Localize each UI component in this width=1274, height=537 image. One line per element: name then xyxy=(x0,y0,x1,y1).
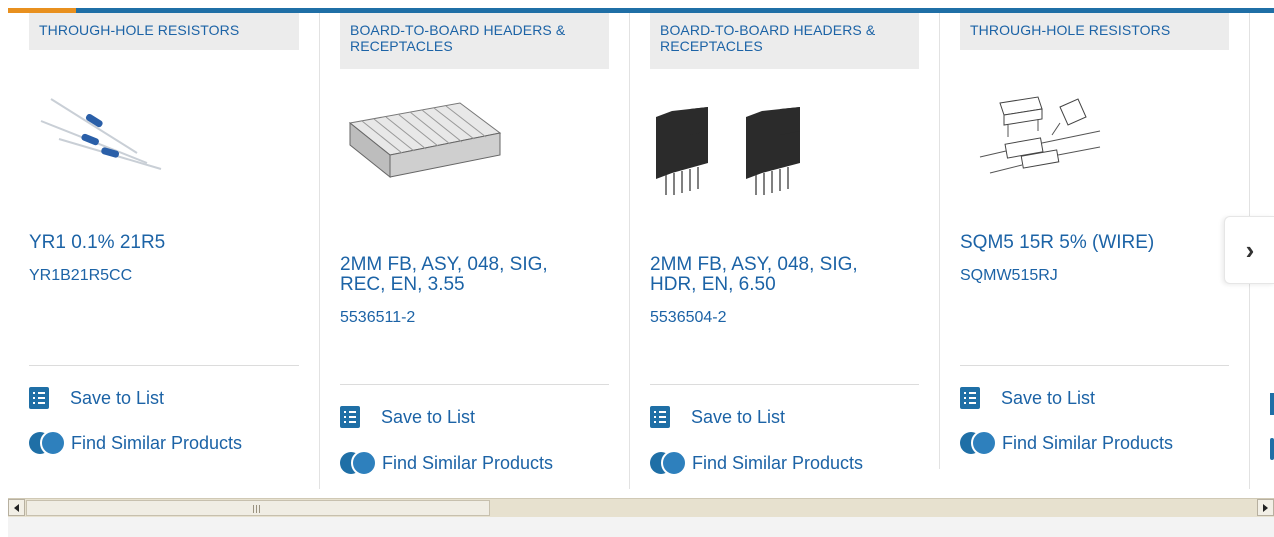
save-to-list-label: Save to List xyxy=(1001,387,1096,408)
divider xyxy=(960,365,1229,366)
product-title[interactable]: SQM5 15R 5% (WIRE) xyxy=(960,233,1229,253)
checklist-icon xyxy=(960,387,980,409)
card-separator xyxy=(939,13,940,469)
scroll-right-button[interactable] xyxy=(1257,499,1274,516)
save-to-list-label: Save to List xyxy=(691,406,786,427)
checklist-icon xyxy=(1270,393,1274,415)
scroll-left-icon xyxy=(14,503,19,512)
save-to-list-button[interactable]: Save to List xyxy=(340,406,475,428)
divider xyxy=(29,365,299,366)
product-title[interactable]: 2MM FB, ASY, 048, SIG, HDR, EN, 6.50 xyxy=(650,255,900,295)
product-category[interactable]: BOARD-TO-BOARD HEADERS & RECEPTACLES xyxy=(650,13,919,69)
checklist-icon xyxy=(340,406,360,428)
checklist-icon xyxy=(650,406,670,428)
grip-icon xyxy=(253,505,261,513)
find-similar-label: Find Similar Products xyxy=(382,452,554,473)
gears-icon xyxy=(340,450,377,476)
find-similar-label: Find Similar Products xyxy=(1002,432,1174,453)
find-similar-label: Find Similar Products xyxy=(71,432,243,453)
checklist-icon xyxy=(29,387,49,409)
divider xyxy=(340,384,609,385)
part-number[interactable]: SQMW515RJ xyxy=(960,266,1229,286)
product-category[interactable]: BOARD-TO-BOARD HEADERS & RECEPTACLES xyxy=(340,13,609,69)
find-similar-label: Find Similar Products xyxy=(692,452,864,473)
product-card: THROUGH-HOLE RESISTORS YR1 0.1% 21R5 YR1… xyxy=(29,13,299,489)
product-card: BOARD-TO-BOARD HEADERS & RECEPTACLES 2MM… xyxy=(340,13,609,489)
carousel-next-button[interactable]: › xyxy=(1224,216,1274,284)
chevron-right-icon: › xyxy=(1245,234,1255,265)
save-to-list-label: Save to List xyxy=(381,406,476,427)
product-image[interactable] xyxy=(650,103,919,213)
gears-icon xyxy=(650,450,687,476)
save-to-list-button[interactable]: Save to List xyxy=(960,387,1095,409)
product-card: BOARD-TO-BOARD HEADERS & RECEPTACLES 2MM… xyxy=(650,13,919,489)
product-image[interactable] xyxy=(340,93,609,193)
product-category[interactable]: THROUGH-HOLE RESISTORS xyxy=(29,13,299,50)
horizontal-scrollbar[interactable] xyxy=(8,498,1274,518)
product-title[interactable]: YR1 0.1% 21R5 xyxy=(29,233,299,253)
gears-icon xyxy=(29,430,66,456)
gears-icon xyxy=(960,430,997,456)
product-card: THROUGH-HOLE RESISTORS SQM5 15R 5% (WIRE… xyxy=(960,13,1229,489)
scroll-left-button[interactable] xyxy=(8,499,25,516)
find-similar-button[interactable]: Find Similar Products xyxy=(960,430,1174,456)
page-background-strip xyxy=(8,517,1274,537)
find-similar-button[interactable]: Find Similar Products xyxy=(29,430,243,456)
card-separator xyxy=(629,13,630,489)
part-number[interactable]: YR1B21R5CC xyxy=(29,266,299,286)
divider xyxy=(650,384,919,385)
find-similar-button[interactable]: Find Similar Products xyxy=(650,450,864,476)
product-image[interactable] xyxy=(29,91,299,181)
part-number[interactable]: 5536504-2 xyxy=(650,308,919,328)
save-to-list-button[interactable]: Save to List xyxy=(29,387,164,409)
product-image[interactable] xyxy=(960,91,1229,191)
save-to-list-button[interactable]: Save to List xyxy=(650,406,785,428)
product-category[interactable]: THROUGH-HOLE RESISTORS xyxy=(960,13,1229,50)
save-to-list-label: Save to List xyxy=(70,387,165,408)
find-similar-button[interactable]: Find Similar Products xyxy=(340,450,554,476)
scrollbar-thumb[interactable] xyxy=(26,500,490,516)
product-title[interactable]: 2MM FB, ASY, 048, SIG, REC, EN, 3.55 xyxy=(340,255,590,295)
gears-icon xyxy=(1270,438,1274,460)
part-number[interactable]: 5536511-2 xyxy=(340,308,609,328)
card-separator xyxy=(319,13,320,489)
scroll-right-icon xyxy=(1263,503,1268,512)
